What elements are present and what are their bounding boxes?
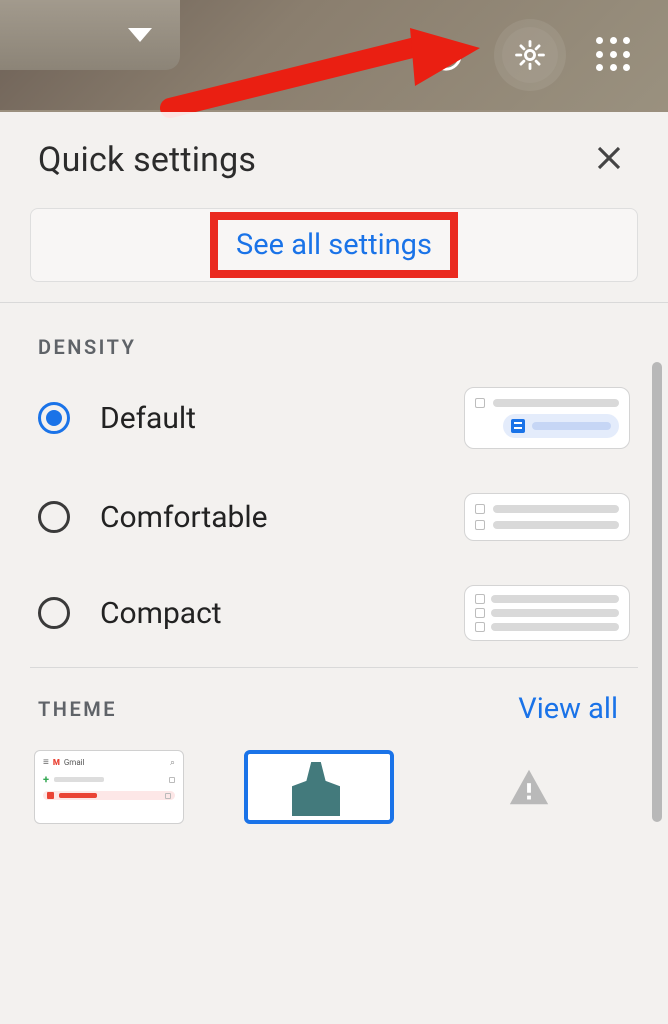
app-topbar [0,0,668,110]
see-all-settings-button[interactable]: See all settings [210,212,458,278]
radio-unchecked-icon [38,501,70,533]
density-section: DENSITY Default Comfortable [0,317,668,641]
settings-button[interactable] [502,27,558,83]
theme-heading: THEME [38,697,117,721]
panel-title: Quick settings [38,140,256,180]
radio-checked-icon [38,402,70,434]
theme-thumbnails: ≡MGmail⌕ + [0,746,668,834]
theme-view-all-button[interactable]: View all [518,692,618,726]
density-heading: DENSITY [38,335,630,359]
gear-icon [513,38,547,72]
help-icon [429,38,463,72]
density-option-comfortable[interactable]: Comfortable [38,493,630,541]
theme-option-default[interactable]: ≡MGmail⌕ + [34,750,184,824]
theme-preview-gmail: ≡MGmail⌕ + [35,751,183,806]
density-preview-compact [464,585,630,641]
theme-option-photo[interactable] [244,750,394,824]
google-apps-button[interactable] [586,27,642,83]
theme-section-header: THEME View all [0,668,668,746]
density-preview-default [464,387,630,449]
density-preview-comfortable [464,493,630,541]
caret-down-icon [128,28,152,42]
apps-grid-icon [596,37,632,73]
density-label: Compact [100,596,222,631]
help-button[interactable] [418,27,474,83]
see-all-settings-container: See all settings [30,208,638,282]
quick-settings-panel: Quick settings See all settings DENSITY … [0,112,668,1024]
warning-icon [506,764,552,810]
divider [0,302,668,303]
close-button[interactable] [594,143,624,177]
density-option-default[interactable]: Default [38,387,630,449]
density-option-compact[interactable]: Compact [38,585,630,641]
toolbar-dropdown[interactable] [0,0,180,70]
theme-option-unavailable[interactable] [454,750,604,824]
density-label: Default [100,401,196,436]
radio-unchecked-icon [38,597,70,629]
density-label: Comfortable [100,500,268,535]
scrollbar-thumb[interactable] [652,362,662,822]
close-icon [594,143,624,173]
